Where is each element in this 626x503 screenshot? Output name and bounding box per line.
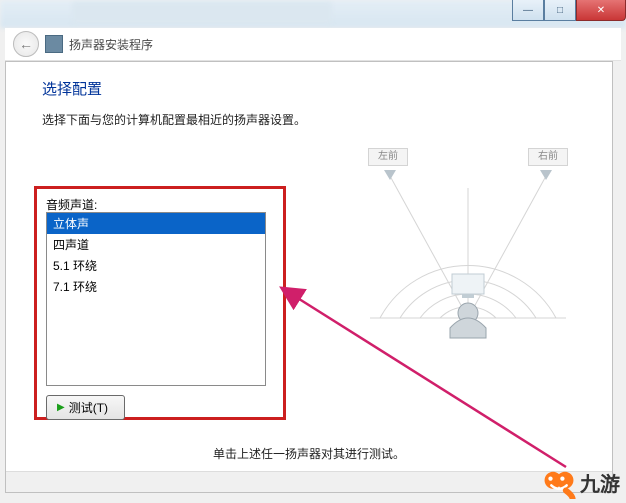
play-icon: ▶ xyxy=(57,402,65,413)
wizard-panel: 选择配置 选择下面与您的计算机配置最相近的扬声器设置。 音频声道: 立体声四声道… xyxy=(5,61,613,493)
wizard-footer xyxy=(6,471,612,492)
page-subheading: 选择下面与您的计算机配置最相近的扬声器设置。 xyxy=(42,111,612,128)
minimize-button[interactable]: — xyxy=(512,0,544,21)
hint-text: 单击上述任一扬声器对其进行测试。 xyxy=(6,445,612,462)
wizard-header: ← 扬声器安装程序 xyxy=(5,28,621,61)
page-heading: 选择配置 xyxy=(42,78,612,99)
test-button[interactable]: ▶ 测试(T) xyxy=(46,395,125,420)
speaker-diagram-svg xyxy=(350,148,586,348)
channel-option[interactable]: 四声道 xyxy=(47,234,265,255)
channel-option[interactable]: 立体声 xyxy=(47,213,265,234)
close-button[interactable]: ✕ xyxy=(576,0,626,21)
window-titlebar-buttons: — □ ✕ xyxy=(512,0,626,22)
channel-option[interactable]: 5.1 环绕 xyxy=(47,255,265,276)
watermark: 九游 xyxy=(542,465,620,499)
channel-option[interactable]: 7.1 环绕 xyxy=(47,276,265,297)
arrow-left-icon: ← xyxy=(19,36,33,52)
maximize-button[interactable]: □ xyxy=(544,0,576,21)
back-button[interactable]: ← xyxy=(13,31,39,57)
watermark-text: 九游 xyxy=(580,468,620,497)
right-front-speaker-label[interactable]: 右前 xyxy=(528,148,568,166)
channel-listbox[interactable]: 立体声四声道5.1 环绕7.1 环绕 xyxy=(46,212,266,386)
app-title: 扬声器安装程序 xyxy=(69,36,153,53)
left-front-speaker-label[interactable]: 左前 xyxy=(368,148,408,166)
channel-label: 音频声道: xyxy=(46,196,97,213)
speaker-app-icon xyxy=(45,35,63,53)
test-button-label: 测试(T) xyxy=(69,399,108,416)
jiuyou-logo-icon xyxy=(542,465,576,499)
speaker-diagram: 左前 右前 xyxy=(350,148,586,348)
background-tab-blur xyxy=(72,2,332,24)
